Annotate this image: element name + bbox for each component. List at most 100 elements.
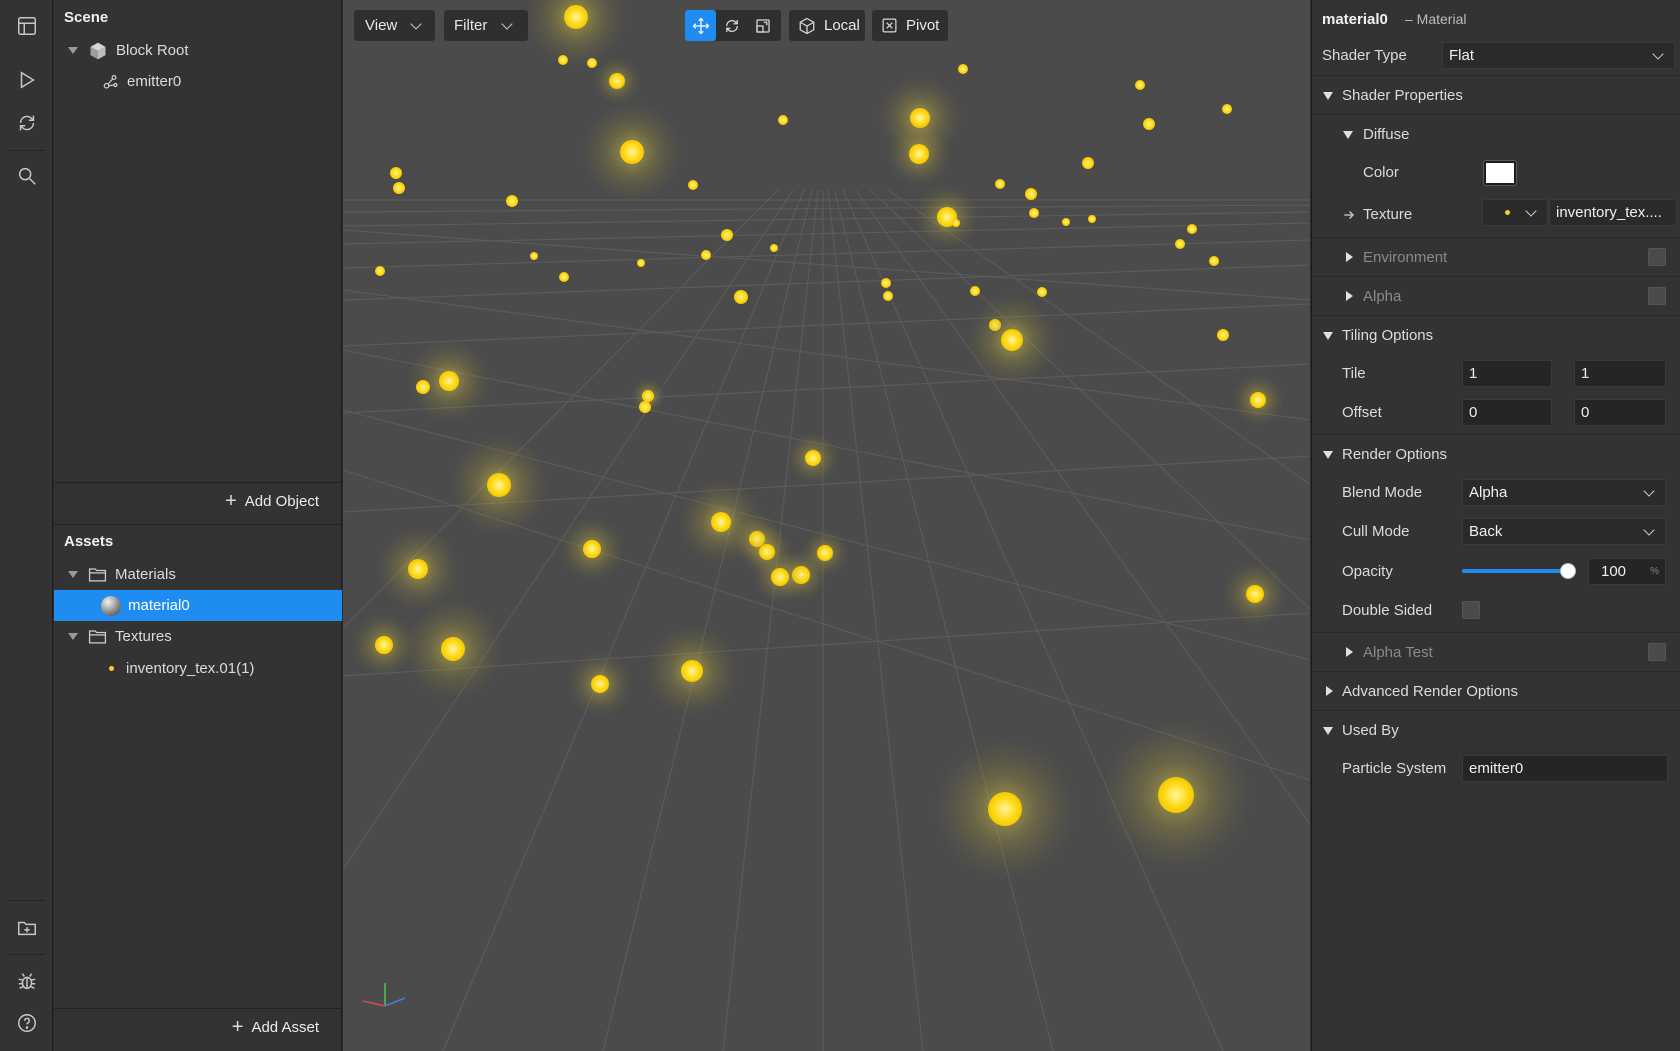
color-swatch[interactable] [1483, 160, 1517, 186]
expand-caret-icon[interactable] [68, 633, 78, 640]
scene-item-emitter0[interactable]: emitter0 [54, 66, 342, 97]
used-by-header[interactable]: Used By [1312, 710, 1680, 749]
tile-x-input[interactable]: 1 [1462, 360, 1552, 387]
link-arrow-icon[interactable] [1342, 208, 1356, 222]
tile-y-value: 1 [1581, 365, 1590, 382]
particle [734, 290, 748, 304]
tile-label: Tile [1342, 365, 1366, 382]
chevron-down-icon [1643, 485, 1655, 497]
filter-label: Filter [454, 17, 488, 34]
texture-row: Texture inventory_tex.... [1312, 195, 1680, 234]
texture-name-field[interactable]: inventory_tex.... [1549, 199, 1677, 226]
cull-mode-select[interactable]: Back [1462, 518, 1666, 545]
blend-mode-select[interactable]: Alpha [1462, 479, 1666, 506]
scene-viewport[interactable]: View Filter Local Pivot [343, 0, 1310, 1051]
particle [591, 675, 609, 693]
transform-tool-group [685, 10, 781, 41]
particle [1209, 256, 1219, 266]
texture-dot-icon [1505, 210, 1510, 215]
opacity-slider-handle[interactable] [1560, 563, 1576, 579]
expand-caret-icon[interactable] [68, 571, 78, 578]
layout-icon[interactable] [0, 6, 53, 46]
cull-mode-label: Cull Mode [1342, 523, 1410, 540]
particle [487, 473, 511, 497]
offset-y-input[interactable]: 0 [1574, 399, 1666, 426]
environment-header[interactable]: Environment [1312, 237, 1680, 276]
assets-title: Assets [64, 533, 114, 550]
particle [1082, 157, 1094, 169]
section-label: Alpha Test [1363, 643, 1433, 661]
scene-item-label: Block Root [116, 42, 189, 59]
shader-type-select[interactable]: Flat [1442, 42, 1675, 69]
tile-y-input[interactable]: 1 [1574, 360, 1666, 387]
alpha-test-checkbox[interactable] [1648, 643, 1666, 661]
asset-item-texture[interactable]: inventory_tex.01(1) [54, 653, 342, 684]
particle-system-field[interactable]: emitter0 [1462, 755, 1668, 782]
add-folder-icon[interactable] [0, 908, 53, 948]
inspector-header: material0 – Material [1312, 0, 1680, 38]
texture-picker[interactable] [1482, 199, 1548, 226]
expand-caret-icon[interactable] [68, 47, 78, 54]
plus-icon: + [231, 1016, 244, 1038]
chevron-down-icon [1652, 48, 1664, 60]
tile-x-value: 1 [1469, 365, 1478, 382]
render-options-header[interactable]: Render Options [1312, 434, 1680, 473]
section-label: Alpha [1363, 287, 1402, 305]
view-label: View [365, 17, 398, 34]
scene-item-block-root[interactable]: Block Root [54, 35, 342, 66]
alpha-test-header[interactable]: Alpha Test [1312, 632, 1680, 671]
particle [711, 512, 731, 532]
shader-type-label: Shader Type [1322, 47, 1407, 64]
expand-caret-icon [1346, 291, 1353, 301]
particle [408, 559, 428, 579]
particle [952, 219, 960, 227]
tiling-options-header[interactable]: Tiling Options [1312, 315, 1680, 354]
pivot-label: Pivot [906, 17, 940, 34]
rotate-tool-button[interactable] [716, 10, 747, 41]
particle-system-row: Particle System emitter0 [1312, 749, 1680, 788]
environment-checkbox[interactable] [1648, 248, 1666, 266]
play-icon[interactable] [0, 60, 53, 100]
alpha-checkbox[interactable] [1648, 287, 1666, 305]
pivot-button[interactable]: Pivot [872, 10, 948, 41]
particle [559, 272, 569, 282]
viewport-canvas[interactable] [343, 0, 1310, 1051]
search-icon[interactable] [0, 156, 53, 196]
particle [530, 252, 538, 260]
diffuse-header[interactable]: Diffuse [1312, 114, 1680, 153]
offset-row: Offset 0 0 [1312, 393, 1680, 432]
particle [1187, 224, 1197, 234]
help-icon[interactable] [0, 1003, 53, 1043]
chevron-down-icon [1525, 205, 1537, 217]
advanced-render-options-header[interactable]: Advanced Render Options [1312, 671, 1680, 710]
local-space-button[interactable]: Local [789, 10, 865, 41]
view-dropdown[interactable]: View [354, 10, 435, 41]
scale-tool-button[interactable] [747, 10, 778, 41]
expand-caret-icon [1326, 686, 1333, 696]
bug-icon[interactable] [0, 961, 53, 1001]
asset-item-material0[interactable]: material0 [54, 590, 342, 621]
alpha-header[interactable]: Alpha [1312, 276, 1680, 315]
shader-properties-header[interactable]: Shader Properties [1312, 75, 1680, 114]
blend-mode-value: Alpha [1469, 484, 1508, 501]
move-tool-button[interactable] [685, 10, 716, 41]
collapse-caret-icon [1323, 451, 1333, 459]
particle [988, 792, 1022, 826]
filter-dropdown[interactable]: Filter [444, 10, 528, 41]
particle [681, 660, 703, 682]
opacity-value: 100 [1601, 563, 1627, 580]
asset-folder-materials[interactable]: Materials [54, 559, 342, 590]
cull-mode-row: Cull Mode Back [1312, 512, 1680, 551]
add-asset-button[interactable]: + Add Asset [231, 1016, 319, 1038]
opacity-label: Opacity [1342, 563, 1393, 580]
offset-x-input[interactable]: 0 [1462, 399, 1552, 426]
add-object-button[interactable]: + Add Object [225, 491, 319, 511]
inspector-panel: material0 – Material Shader Type Flat Sh… [1311, 0, 1680, 1051]
offset-label: Offset [1342, 404, 1382, 421]
particle [1246, 585, 1264, 603]
refresh-icon[interactable] [0, 103, 53, 143]
asset-folder-textures[interactable]: Textures [54, 621, 342, 652]
opacity-input[interactable]: 100 % [1588, 558, 1666, 585]
double-sided-checkbox[interactable] [1462, 601, 1480, 619]
particle [439, 371, 459, 391]
